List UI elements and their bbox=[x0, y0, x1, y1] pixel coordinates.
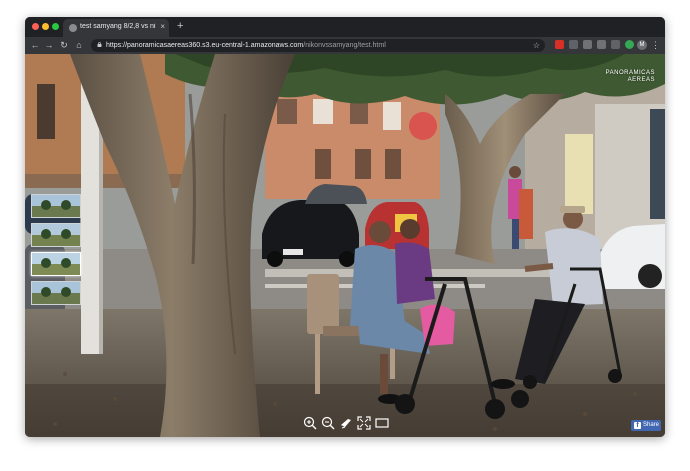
forward-button[interactable]: → bbox=[43, 39, 55, 51]
url-text: https://panoramicasaereas360.s3.eu-centr… bbox=[106, 41, 386, 50]
browser-window: test samyang 8/2,8 vs nikon 10.5 × + ← →… bbox=[25, 17, 665, 437]
extension-icon[interactable] bbox=[569, 40, 578, 49]
extension-icon[interactable] bbox=[583, 40, 592, 49]
logo-watermark: PANORAMICAS AEREAS bbox=[606, 70, 655, 84]
zoom-out-icon[interactable] bbox=[321, 416, 335, 430]
panorama-viewer[interactable]: PANORAMICAS AEREAS f Share bbox=[25, 54, 665, 437]
thumbnail-2[interactable] bbox=[31, 223, 81, 247]
thumbnail-4[interactable] bbox=[31, 281, 81, 305]
profile-avatar[interactable]: M bbox=[637, 40, 647, 50]
thumbnail-image bbox=[32, 253, 80, 275]
favicon-icon bbox=[69, 24, 77, 32]
extension-icon[interactable] bbox=[611, 40, 620, 49]
extension-icon[interactable] bbox=[625, 40, 634, 49]
extension-icon[interactable] bbox=[597, 40, 606, 49]
browser-menu-icon[interactable]: ⋮ bbox=[651, 39, 660, 51]
lock-icon bbox=[97, 42, 102, 47]
browser-tab[interactable]: test samyang 8/2,8 vs nikon 10.5 × bbox=[63, 19, 169, 37]
facebook-icon: f bbox=[634, 422, 641, 429]
back-button[interactable]: ← bbox=[29, 39, 41, 51]
share-label: Share bbox=[643, 422, 660, 428]
browser-toolbar: ← → ↻ ⌂ https://panoramicasaereas360.s3.… bbox=[25, 37, 665, 54]
bookmark-star-icon[interactable]: ☆ bbox=[533, 40, 540, 51]
reload-button[interactable]: ↻ bbox=[58, 39, 70, 51]
address-bar[interactable]: https://panoramicasaereas360.s3.eu-centr… bbox=[91, 39, 545, 52]
close-window-button[interactable] bbox=[32, 23, 39, 30]
thumbnail-image bbox=[32, 224, 80, 246]
pointer-icon[interactable] bbox=[339, 416, 353, 430]
facebook-share-button[interactable]: f Share bbox=[631, 420, 661, 431]
new-tab-button[interactable]: + bbox=[177, 20, 183, 32]
title-bar: test samyang 8/2,8 vs nikon 10.5 × + bbox=[25, 17, 665, 37]
minimize-window-button[interactable] bbox=[42, 23, 49, 30]
thumbnail-image bbox=[32, 195, 80, 217]
panorama-photo bbox=[25, 54, 665, 437]
thumbnail-3[interactable] bbox=[31, 252, 81, 276]
tab-close-icon[interactable]: × bbox=[160, 22, 165, 32]
thumbnail-image bbox=[32, 282, 80, 304]
tab-title: test samyang 8/2,8 vs nikon 10.5 bbox=[80, 23, 156, 30]
home-button[interactable]: ⌂ bbox=[73, 39, 85, 51]
extension-icon[interactable] bbox=[555, 40, 564, 49]
url-host: https://panoramicasaereas360.s3.eu-centr… bbox=[106, 42, 304, 49]
zoom-in-icon[interactable] bbox=[303, 416, 317, 430]
fullscreen-icon[interactable] bbox=[357, 416, 371, 430]
watermark-line-2: AEREAS bbox=[627, 77, 655, 83]
watermark-line-1: PANORAMICAS bbox=[605, 70, 655, 76]
maximize-window-button[interactable] bbox=[52, 23, 59, 30]
thumbnail-1[interactable] bbox=[31, 194, 81, 218]
viewer-controls bbox=[303, 416, 393, 430]
screen-icon[interactable] bbox=[375, 416, 389, 430]
url-path: /nikonvssamyang/test.html bbox=[303, 42, 386, 49]
